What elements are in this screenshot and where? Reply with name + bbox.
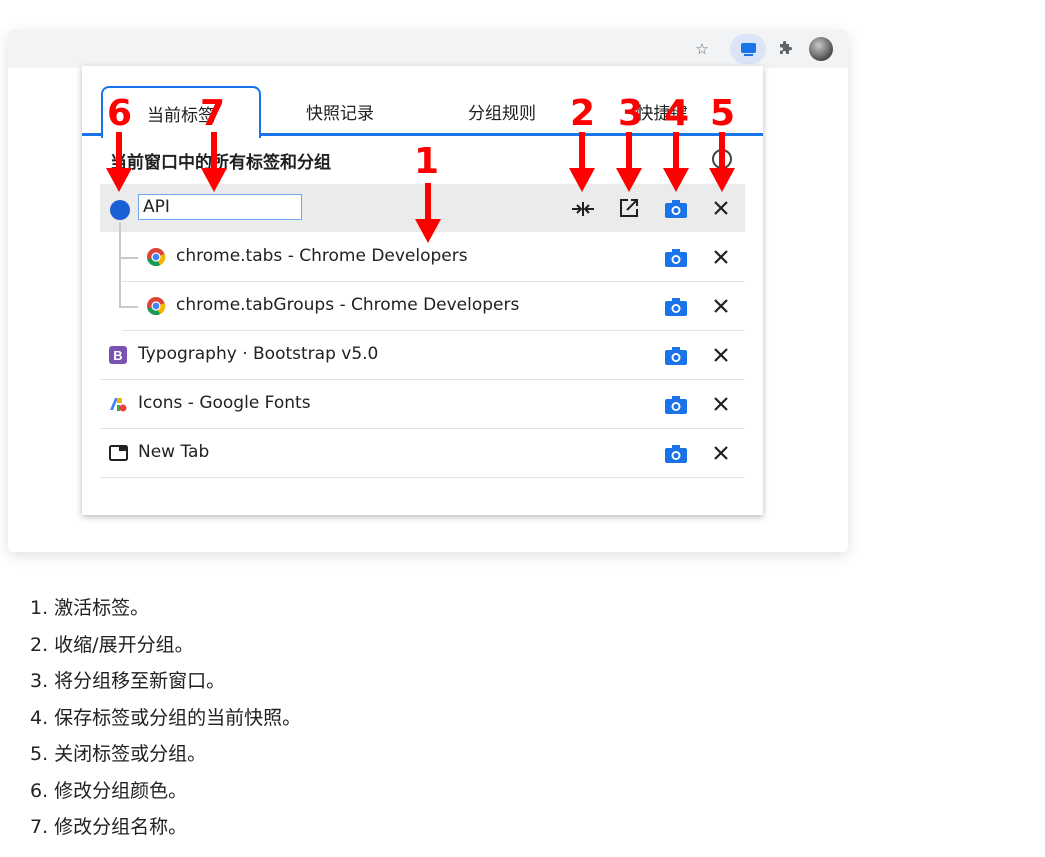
close-icon[interactable] bbox=[710, 197, 732, 219]
tab-label: 快照记录 bbox=[306, 103, 374, 124]
svg-text:B: B bbox=[113, 348, 122, 363]
close-icon[interactable] bbox=[710, 344, 732, 366]
tab-title: chrome.tabs - Chrome Developers bbox=[176, 246, 468, 266]
tab-row[interactable]: chrome.tabGroups - Chrome Developers bbox=[122, 282, 745, 331]
tab-manager-extension-icon[interactable] bbox=[741, 43, 756, 56]
list-item: 2. 收缩/展开分组。 bbox=[30, 633, 194, 656]
annotation-arrow bbox=[569, 132, 595, 192]
bootstrap-icon: B bbox=[109, 346, 127, 364]
close-icon[interactable] bbox=[710, 393, 732, 415]
group-color-dot[interactable] bbox=[110, 200, 130, 220]
camera-snapshot-icon[interactable] bbox=[664, 199, 688, 219]
tab-row[interactable]: B Typography · Bootstrap v5.0 bbox=[100, 331, 745, 380]
chrome-icon bbox=[147, 297, 166, 316]
chrome-icon bbox=[147, 248, 166, 267]
list-item: 3. 将分组移至新窗口。 bbox=[30, 670, 226, 692]
google-fonts-icon bbox=[110, 398, 127, 412]
annotation-arrow bbox=[106, 132, 132, 192]
tab-title: Icons - Google Fonts bbox=[138, 393, 311, 413]
camera-snapshot-icon[interactable] bbox=[664, 297, 688, 317]
feature-description-list: 1. 激活标签。 2. 收缩/展开分组。 3. 将分组移至新窗口。 4. 保存标… bbox=[30, 590, 301, 846]
list-item: 5. 关闭标签或分组。 bbox=[30, 743, 207, 765]
camera-snapshot-icon[interactable] bbox=[664, 444, 688, 464]
tab-label: 分组规则 bbox=[468, 103, 536, 124]
annotation-number-1: 1 bbox=[414, 141, 440, 182]
annotation-arrow bbox=[616, 132, 642, 192]
extensions-puzzle-icon[interactable] bbox=[773, 38, 797, 60]
bookmark-star-icon[interactable]: ☆ bbox=[690, 38, 714, 60]
list-item: 7. 修改分组名称。 bbox=[30, 816, 188, 838]
tab-title: Typography · Bootstrap v5.0 bbox=[138, 344, 379, 364]
annotation-number-4: 4 bbox=[664, 93, 690, 134]
tab-snapshots[interactable]: 快照记录 bbox=[280, 86, 400, 136]
annotation-number-3: 3 bbox=[618, 93, 644, 134]
close-icon[interactable] bbox=[710, 246, 732, 268]
list-item: 6. 修改分组颜色。 bbox=[30, 779, 188, 802]
group-tree-line bbox=[119, 222, 121, 308]
tab-title: New Tab bbox=[138, 442, 210, 462]
camera-snapshot-icon[interactable] bbox=[664, 395, 688, 415]
annotation-number-6: 6 bbox=[107, 93, 133, 134]
tab-row[interactable]: New Tab bbox=[100, 429, 745, 478]
group-name-input[interactable] bbox=[138, 194, 302, 220]
camera-snapshot-icon[interactable] bbox=[664, 248, 688, 268]
annotation-number-2: 2 bbox=[570, 93, 596, 134]
camera-snapshot-icon[interactable] bbox=[664, 346, 688, 366]
annotation-number-7: 7 bbox=[200, 93, 226, 134]
annotation-arrow bbox=[663, 132, 689, 192]
tab-group-rules[interactable]: 分组规则 bbox=[442, 86, 562, 136]
tab-title: chrome.tabGroups - Chrome Developers bbox=[176, 295, 520, 315]
annotation-arrow bbox=[709, 132, 735, 192]
close-icon[interactable] bbox=[710, 295, 732, 317]
open-in-new-window-icon[interactable] bbox=[618, 197, 640, 219]
tab-row[interactable]: Icons - Google Fonts bbox=[100, 380, 745, 429]
annotation-number-5: 5 bbox=[710, 93, 736, 134]
annotation-arrow bbox=[415, 183, 441, 243]
list-item: 1. 激活标签。 bbox=[30, 597, 150, 619]
browser-toolbar: ☆ bbox=[8, 30, 848, 68]
close-icon[interactable] bbox=[710, 442, 732, 464]
profile-avatar[interactable] bbox=[809, 37, 833, 61]
collapse-expand-icon[interactable] bbox=[570, 199, 596, 219]
annotation-arrow bbox=[201, 132, 227, 192]
list-item: 4. 保存标签或分组的当前快照。 bbox=[30, 706, 302, 729]
new-tab-icon bbox=[109, 445, 128, 461]
